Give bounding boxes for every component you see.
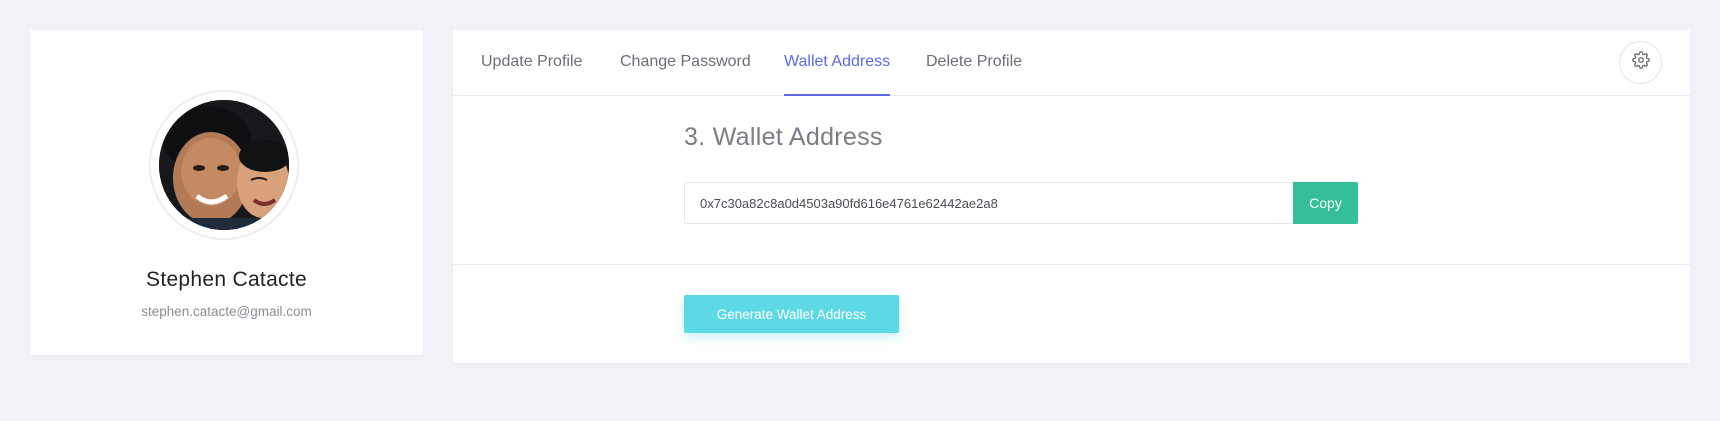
copy-button[interactable]: Copy — [1293, 182, 1358, 224]
wallet-address-input[interactable] — [684, 182, 1295, 224]
generate-wallet-address-button[interactable]: Generate Wallet Address — [684, 295, 899, 333]
settings-button[interactable] — [1619, 41, 1662, 84]
gear-icon — [1631, 51, 1650, 74]
divider — [453, 264, 1690, 265]
avatar-photo — [159, 100, 289, 230]
tab-delete-profile[interactable]: Delete Profile — [926, 30, 1022, 96]
tab-bar: Update Profile Change Password Wallet Ad… — [453, 30, 1690, 96]
tab-change-password[interactable]: Change Password — [620, 30, 751, 96]
tab-update-profile[interactable]: Update Profile — [481, 30, 582, 96]
avatar-ring — [149, 90, 299, 240]
profile-name: Stephen Catacte — [146, 268, 307, 291]
profile-email: stephen.catacte@gmail.com — [141, 304, 312, 319]
tab-wallet-address[interactable]: Wallet Address — [784, 30, 891, 96]
profile-card: Stephen Catacte stephen.catacte@gmail.co… — [30, 30, 423, 355]
main-card: Update Profile Change Password Wallet Ad… — [453, 30, 1690, 363]
avatar[interactable] — [159, 100, 289, 230]
section-title: 3. Wallet Address — [684, 123, 883, 151]
